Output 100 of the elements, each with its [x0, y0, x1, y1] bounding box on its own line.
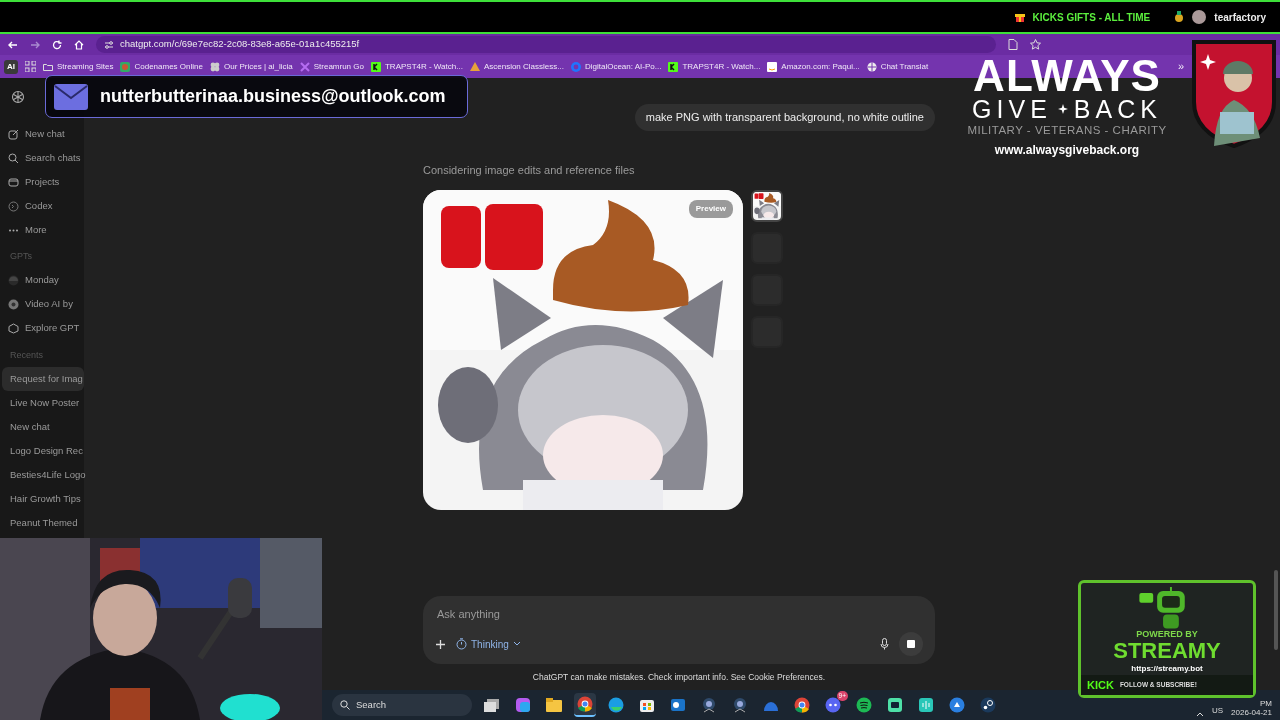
chat-history-item[interactable]: Hair Growth Tips [2, 487, 84, 511]
chat-history-item[interactable]: Logo Design Rec [2, 439, 84, 463]
app-icon [887, 697, 903, 713]
cube-icon [8, 323, 19, 334]
app-icon [608, 697, 624, 713]
envelope-icon [54, 83, 88, 110]
folder-icon [8, 176, 19, 188]
app-icon [825, 697, 841, 713]
terminal-icon [8, 200, 19, 212]
username: tearfactory [1214, 10, 1266, 25]
sidebar-item[interactable]: Search chats [8, 146, 84, 170]
charity-tagline: MILITARY - VETERANS - CHARITY [967, 122, 1167, 138]
star-icon[interactable] [1030, 39, 1041, 50]
more-bookmarks-button[interactable]: » [1177, 58, 1184, 75]
page-icon[interactable] [1008, 39, 1018, 50]
caret-icon [512, 641, 521, 648]
bookmark[interactable]: Our Prices | ai_licia [209, 60, 293, 73]
search-icon [8, 152, 19, 164]
reload-icon[interactable] [52, 39, 62, 50]
taskbar-app-button[interactable] [574, 693, 596, 717]
sidebar-item[interactable]: Video AI by [8, 292, 84, 317]
message-composer[interactable]: Ask anything Thinking [423, 596, 935, 665]
bookmark-icon [469, 61, 480, 72]
bookmark-icon [767, 61, 778, 72]
clock-time: PM [1260, 698, 1272, 708]
add-icon[interactable] [435, 638, 446, 650]
sparkle-icon [1057, 103, 1068, 114]
app-icon [670, 697, 686, 713]
microphone-icon[interactable] [880, 638, 889, 651]
bookmark-icon [370, 61, 381, 72]
bookmark[interactable]: Streaming Sites [43, 60, 114, 73]
app-icon [980, 697, 996, 713]
sidebar-item[interactable]: Codex [8, 194, 84, 218]
bookmark-icon [668, 61, 679, 72]
bookmark-icon [866, 61, 877, 72]
stop-button[interactable] [899, 632, 923, 657]
badge-icon [8, 299, 19, 310]
chat-history-item[interactable]: Peanut Themed [2, 511, 84, 535]
charity-url: www.alwaysgiveback.org [994, 142, 1140, 160]
chevron-icon[interactable] [1195, 712, 1204, 717]
scrollbar-thumb[interactable] [1274, 570, 1278, 650]
chat-history-item[interactable]: Live Now Poster [2, 391, 84, 415]
app-icon [701, 697, 717, 713]
bookmark-icon [299, 61, 310, 72]
sidebar-item[interactable]: Explore GPT [8, 316, 84, 341]
bookmark[interactable]: Ascension Classless... [469, 60, 564, 73]
taskbar-search[interactable]: Search [332, 694, 472, 716]
chat-history-item[interactable]: New chat [2, 415, 84, 439]
status-text: Considering image edits and reference files [423, 162, 636, 178]
timer-icon [456, 638, 467, 651]
logo-icon[interactable] [11, 90, 25, 104]
ai-badge[interactable]: AI [4, 59, 18, 74]
site-settings-icon[interactable] [104, 39, 114, 50]
bookmark-icon [43, 61, 53, 72]
bookmark[interactable]: Streamrun Go [299, 60, 364, 73]
medal-icon [1174, 11, 1185, 23]
bookmark[interactable]: Amazon.com: Paqui... [767, 60, 860, 73]
app-icon [732, 697, 748, 713]
clock-date: 2026-04-21 [1231, 707, 1272, 717]
sidebar-item[interactable]: Monday [8, 268, 84, 293]
cookie-preferences-link[interactable]: Cookie Preferences [748, 672, 823, 683]
app-icon [484, 697, 500, 713]
back-icon[interactable] [8, 39, 18, 50]
search-icon [340, 700, 350, 710]
chat-history-item[interactable]: Request for Imag [2, 367, 84, 391]
charity-logo-word: GIVE [972, 95, 1052, 122]
bookmark[interactable]: DigitalOcean: AI-Po... [570, 60, 662, 73]
powered-by-text: POWERED BY [1136, 630, 1198, 640]
sidebar-item[interactable]: Projects [8, 170, 84, 194]
bookmark[interactable]: TRAPST4R - Watch... [370, 60, 463, 73]
address-bar[interactable]: chatgpt.com/c/69e7ec82-2c08-83e8-a65e-01a1c455215f [96, 36, 996, 53]
forward-icon[interactable] [30, 39, 40, 50]
bookmark[interactable]: Codenames Online [120, 60, 203, 73]
gift-icon [1014, 12, 1025, 22]
streamy-url: https://streamy.bot [1131, 662, 1203, 675]
bookmark[interactable]: Chat Translat [866, 60, 929, 73]
bookmark-icon [209, 61, 220, 72]
language-indicator[interactable]: US [1211, 705, 1224, 717]
user-message: make PNG with transparent background, no white outline [634, 104, 935, 131]
charity-logo-word: BACK [1073, 95, 1162, 122]
compose-icon [8, 128, 19, 140]
app-icon [856, 697, 872, 713]
mode-selector[interactable]: Thinking [456, 636, 521, 652]
chat-history-item[interactable]: Besties4Life Logo [2, 463, 84, 487]
disclaimer-text: ChatGPT can make mistakes. Check important info. See Cookie Preferences. [532, 671, 826, 684]
home-icon[interactable] [74, 39, 84, 50]
app-icon [918, 697, 934, 713]
streamy-title: STREAMY [1113, 639, 1221, 663]
bookmark[interactable]: TRAPST4R - Watch... [668, 60, 761, 73]
platform-label: KICK [1087, 677, 1114, 693]
avatar-icon [8, 275, 19, 286]
app-icon [577, 696, 593, 712]
app-icon [515, 697, 531, 713]
sidebar-item[interactable]: New chat [8, 122, 84, 146]
apps-icon[interactable] [25, 61, 36, 72]
app-icon [949, 697, 965, 713]
bookmark-icon [570, 61, 581, 72]
gifts-label: KICKS GIFTS - ALL TIME [1032, 10, 1151, 25]
sidebar-item[interactable]: More [8, 218, 84, 242]
bookmark-icon [120, 61, 131, 72]
